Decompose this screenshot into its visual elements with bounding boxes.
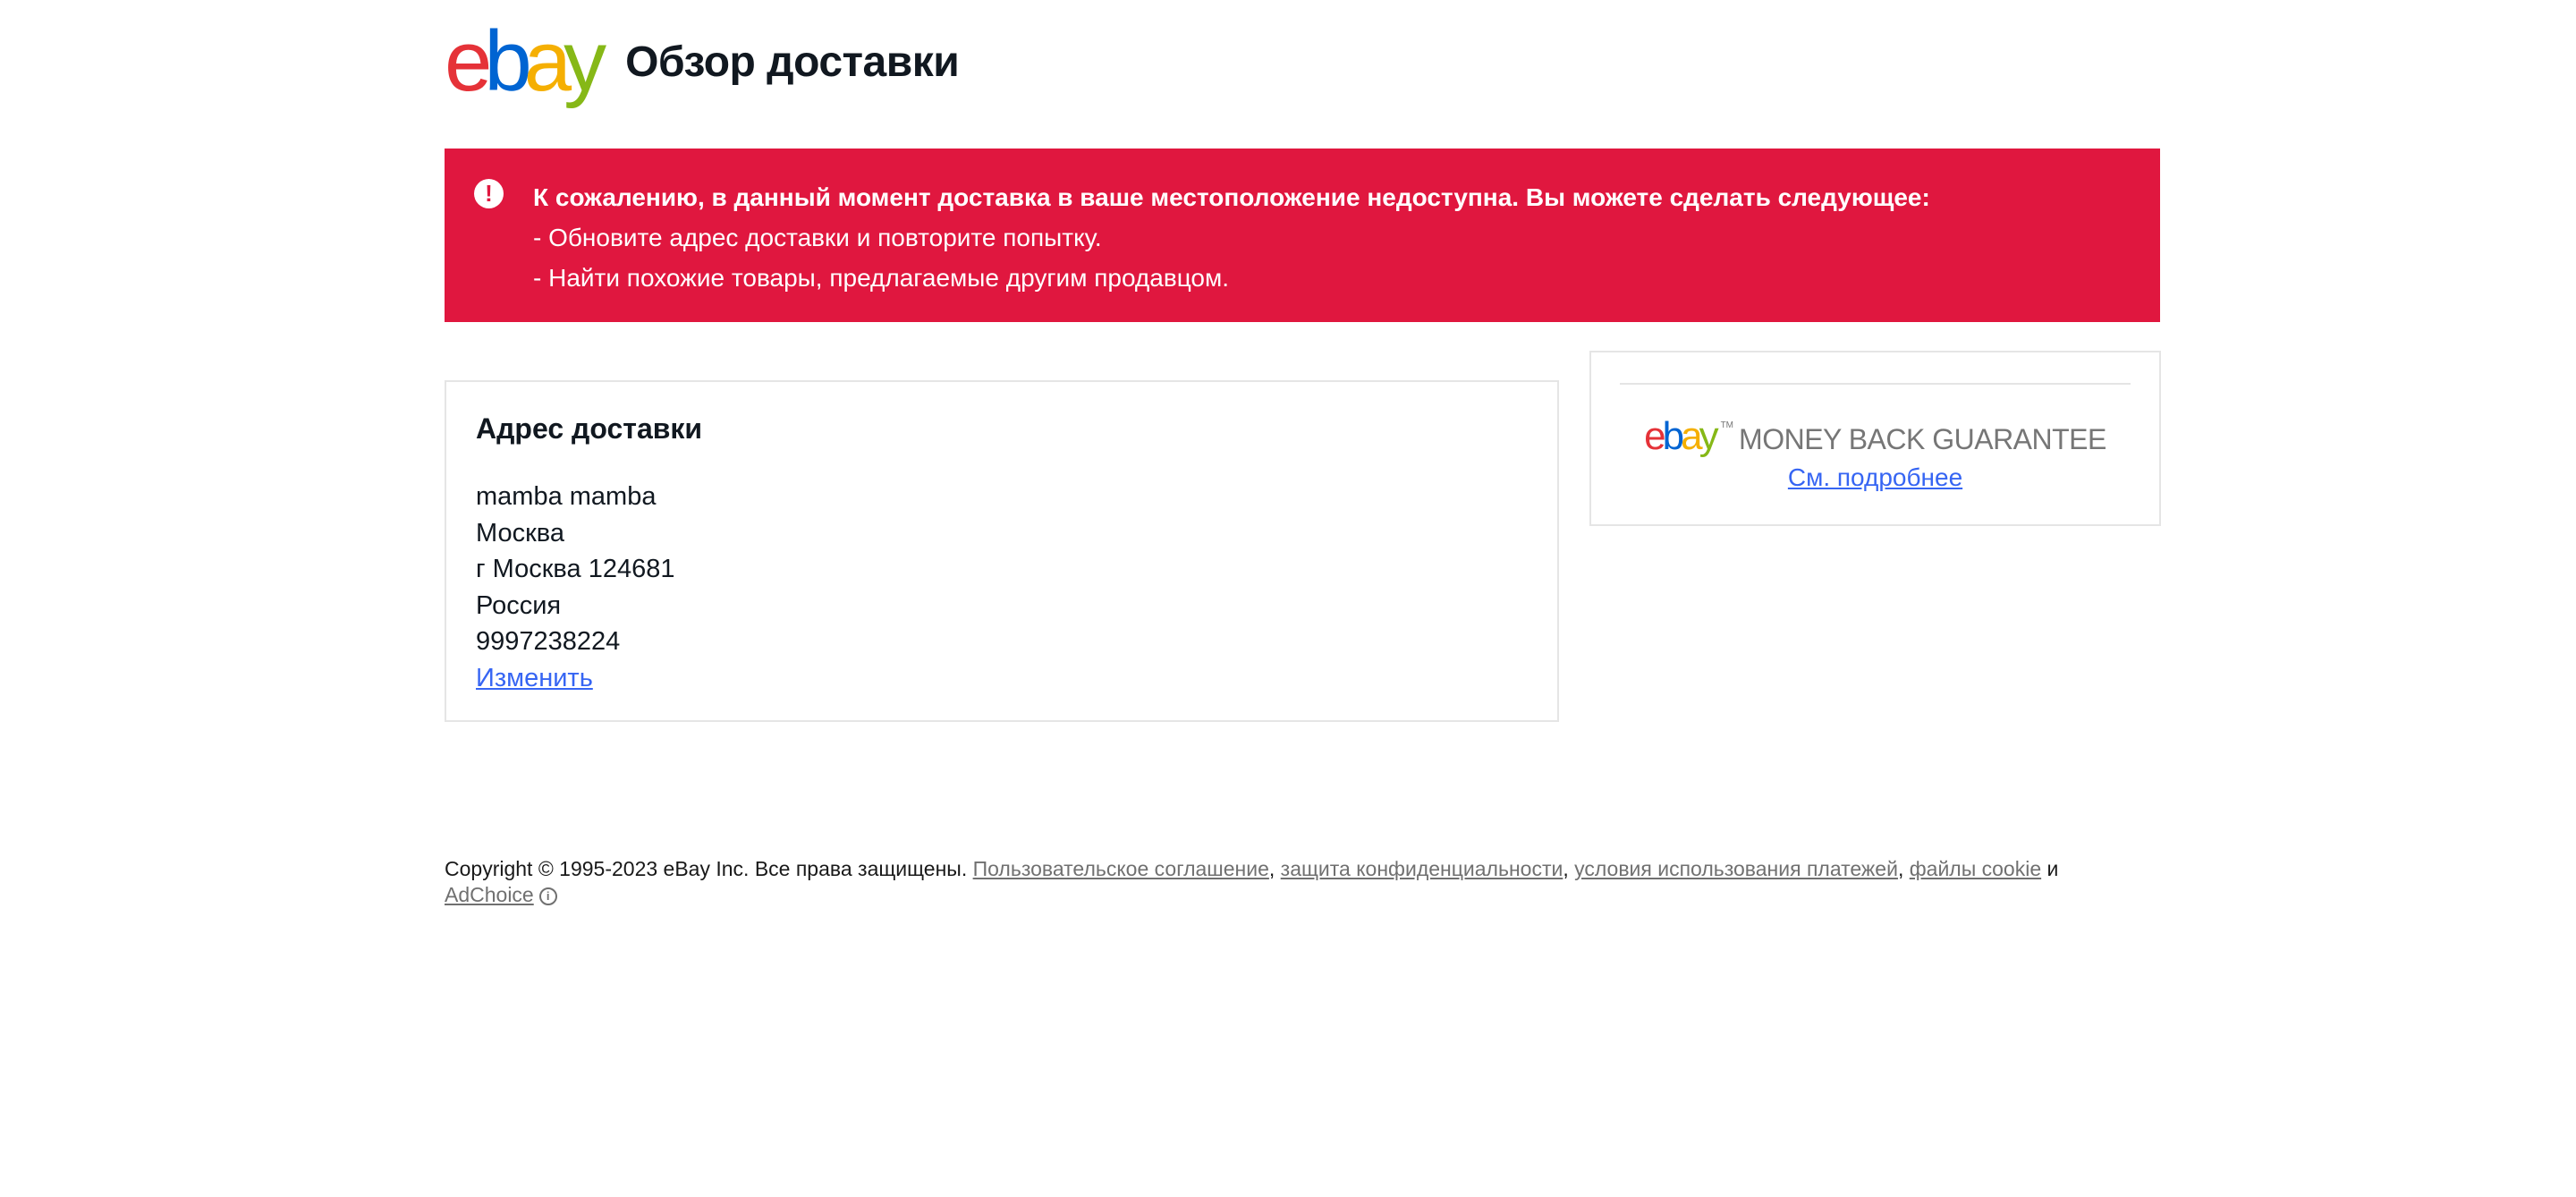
mbg-logo-letter-y: y <box>1699 414 1719 458</box>
copyright-text: Copyright © 1995-2023 eBay Inc. Все прав… <box>445 857 968 880</box>
shipping-address-lines: mamba mamba Москва г Москва 124681 Росси… <box>476 479 674 696</box>
payment-terms-link[interactable]: условия использования платежей <box>1574 857 1898 880</box>
alert-message: К сожалению, в данный момент доставка в … <box>533 177 1930 298</box>
info-icon[interactable]: i <box>538 887 557 905</box>
page: ebay Обзор доставки ! К сожалению, в дан… <box>0 0 2576 1197</box>
ebay-mbg-logo: ebay <box>1644 414 1719 458</box>
money-back-guarantee-label: MONEY BACK GUARANTEE <box>1739 423 2106 455</box>
address-name: mamba mamba <box>476 482 657 511</box>
alert-headline: К сожалению, в данный момент доставка в … <box>533 183 1930 211</box>
address-country: Россия <box>476 590 562 620</box>
delivery-unavailable-alert: ! К сожалению, в данный момент доставка … <box>445 149 2160 322</box>
address-phone: 9997238224 <box>476 627 621 656</box>
mbg-logo-letter-b: b <box>1662 414 1685 458</box>
change-address-link[interactable]: Изменить <box>476 664 593 692</box>
header: ebay Обзор доставки <box>445 13 960 109</box>
mbg-details-link-wrap: См. подробнее <box>1591 463 2159 492</box>
footer: Copyright © 1995-2023 eBay Inc. Все прав… <box>445 857 2059 906</box>
address-city: Москва <box>476 518 565 548</box>
alert-option-find-similar: - Найти похожие товары, предлагаемые дру… <box>533 264 1230 292</box>
money-back-guarantee-card: ebay TM MONEY BACK GUARANTEE См. подробн… <box>1589 351 2161 526</box>
ebay-logo[interactable]: ebay <box>445 13 606 109</box>
logo-letter-a: a <box>523 13 572 109</box>
see-details-link[interactable]: См. подробнее <box>1788 463 1962 491</box>
logo-letter-y: y <box>564 13 606 109</box>
and-word: и <box>2046 857 2059 880</box>
money-back-guarantee-badge: ebay TM MONEY BACK GUARANTEE <box>1591 417 2159 456</box>
logo-letter-e: e <box>445 13 492 109</box>
mbg-logo-letter-e: e <box>1644 414 1666 458</box>
alert-option-update-address: - Обновите адрес доставки и повторите по… <box>533 224 1102 251</box>
adchoice-link[interactable]: AdChoice <box>445 883 534 906</box>
trademark-mark: TM <box>1720 420 1734 430</box>
address-region-postcode: г Москва 124681 <box>476 555 675 583</box>
privacy-link[interactable]: защита конфиденциальности <box>1281 857 1563 880</box>
mbg-logo-letter-a: a <box>1681 414 1703 458</box>
cookies-link[interactable]: файлы cookie <box>1910 857 2041 880</box>
shipping-address-heading: Адрес доставки <box>476 412 703 445</box>
logo-letter-b: b <box>484 13 531 109</box>
shipping-address-card: Адрес доставки mamba mamba Москва г Моск… <box>445 380 1559 722</box>
alert-exclamation-icon: ! <box>474 179 504 208</box>
page-title: Обзор доставки <box>625 38 960 86</box>
divider <box>1620 383 2131 385</box>
user-agreement-link[interactable]: Пользовательское соглашение <box>973 857 1269 880</box>
